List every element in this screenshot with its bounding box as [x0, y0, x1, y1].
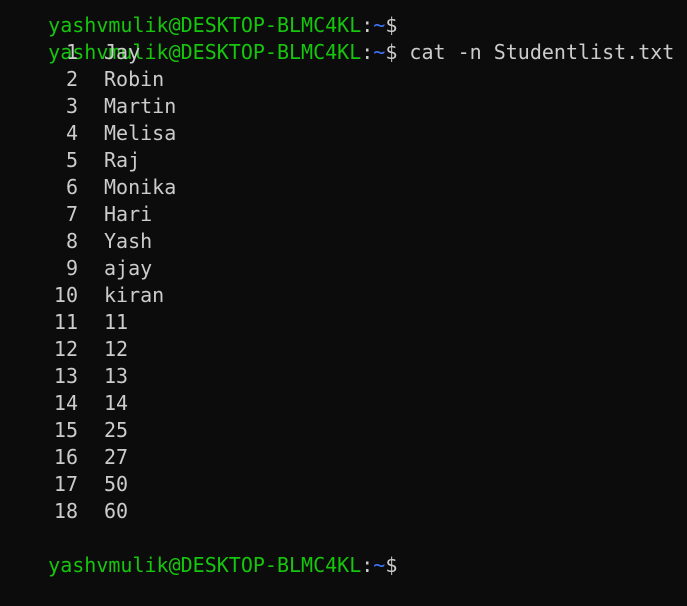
- output-line: 16 27: [0, 444, 687, 471]
- line-number: 15: [53, 418, 78, 442]
- line-text: 25: [104, 418, 129, 442]
- line-text: Hari: [104, 202, 153, 226]
- line-text: 14: [104, 391, 129, 415]
- command-output: 1 Jay 2 Robin 3 Martin 4 Melisa 5 Raj 6 Monika 7 Hari…: [0, 39, 687, 525]
- line-number: 6: [65, 175, 78, 199]
- prompt-symbol: $: [385, 40, 398, 64]
- line-text: Martin: [104, 94, 177, 118]
- line-number: 9: [65, 256, 78, 280]
- prompt-colon: :: [361, 13, 374, 37]
- line-text: 27: [104, 445, 129, 469]
- line-number: 7: [65, 202, 78, 226]
- output-line: 9 ajay: [0, 255, 687, 282]
- terminal-window[interactable]: yashvmulik@DESKTOP-BLMC4KL:~$ yashvmulik…: [0, 0, 687, 577]
- output-line: 11 11: [0, 309, 687, 336]
- line-text: 12: [104, 337, 129, 361]
- line-text: 60: [104, 499, 129, 523]
- output-line: 8 Yash: [0, 228, 687, 255]
- output-line: 2 Robin: [0, 66, 687, 93]
- line-text: ajay: [104, 256, 153, 280]
- line-number: 13: [53, 364, 78, 388]
- prompt-symbol: $: [385, 13, 398, 37]
- line-number: 12: [53, 337, 78, 361]
- prompt-path: ~: [373, 13, 386, 37]
- line-text: Robin: [104, 67, 165, 91]
- output-line: 12 12: [0, 336, 687, 363]
- output-line: 6 Monika: [0, 174, 687, 201]
- prompt-user-host: yashvmulik@DESKTOP-BLMC4KL: [48, 553, 362, 577]
- output-line: 18 60: [0, 498, 687, 525]
- line-number: 17: [53, 472, 78, 496]
- line-number: 18: [53, 499, 78, 523]
- line-text: 50: [104, 472, 129, 496]
- line-text: Raj: [104, 148, 141, 172]
- prompt-path: ~: [373, 40, 386, 64]
- output-line: 14 14: [0, 390, 687, 417]
- prompt-colon: :: [361, 553, 374, 577]
- line-text: 11: [104, 310, 129, 334]
- output-line: 17 50: [0, 471, 687, 498]
- output-line: 10 kiran: [0, 282, 687, 309]
- output-line: 5 Raj: [0, 147, 687, 174]
- output-line: 13 13: [0, 363, 687, 390]
- line-number: 3: [65, 94, 78, 118]
- line-text: kiran: [104, 283, 165, 307]
- line-text: Melisa: [104, 121, 177, 145]
- output-line: 15 25: [0, 417, 687, 444]
- next-prompt-line[interactable]: yashvmulik@DESKTOP-BLMC4KL:~$: [0, 525, 687, 577]
- line-number: 8: [65, 229, 78, 253]
- line-number: 4: [65, 121, 78, 145]
- prompt-colon: :: [361, 40, 374, 64]
- line-number: 1: [65, 40, 78, 64]
- line-text: Jay: [104, 40, 141, 64]
- line-number: 2: [65, 67, 78, 91]
- output-line: 7 Hari: [0, 201, 687, 228]
- prompt-path: ~: [373, 553, 386, 577]
- line-number: 16: [53, 445, 78, 469]
- line-text: Yash: [104, 229, 153, 253]
- prompt-user-host: yashvmulik@DESKTOP-BLMC4KL: [48, 13, 362, 37]
- line-number: 5: [65, 148, 78, 172]
- previous-prompt-line: yashvmulik@DESKTOP-BLMC4KL:~$: [0, 0, 687, 37]
- line-number: 10: [53, 283, 78, 307]
- line-number: 14: [53, 391, 78, 415]
- command-text: cat -n Studentlist.txt: [397, 40, 675, 64]
- prompt-symbol: $: [385, 553, 398, 577]
- line-text: 13: [104, 364, 129, 388]
- output-line: 3 Martin: [0, 93, 687, 120]
- line-text: Monika: [104, 175, 177, 199]
- output-line: 4 Melisa: [0, 120, 687, 147]
- line-number: 11: [53, 310, 78, 334]
